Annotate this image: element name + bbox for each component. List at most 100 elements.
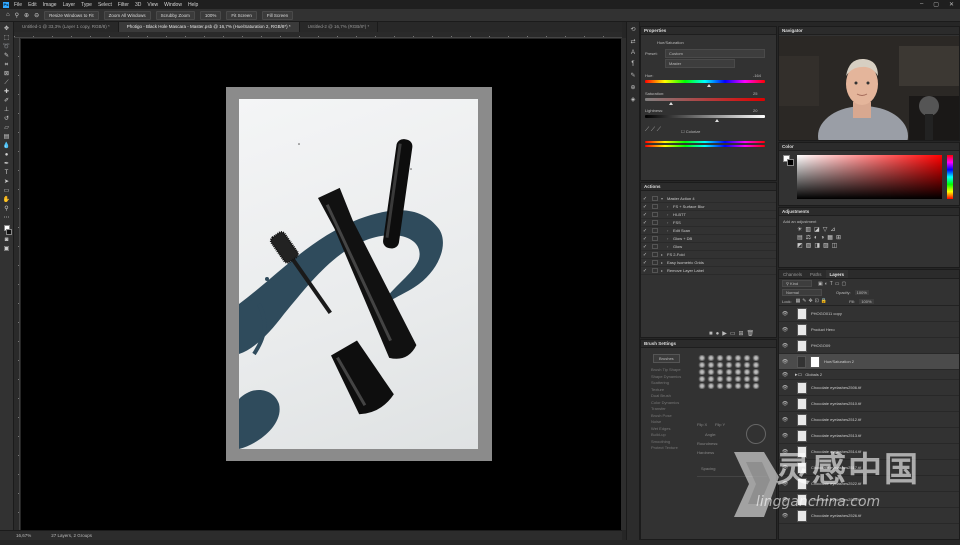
dodge-tool-icon[interactable]: ● [2, 151, 11, 159]
visibility-eye-icon[interactable]: 👁 [779, 359, 791, 365]
visibility-eye-icon[interactable]: 👁 [779, 372, 791, 378]
action-item[interactable]: ✓ › Glow [641, 243, 776, 251]
eyedropper-icon[interactable]: ⟋ [2, 79, 11, 87]
home-icon[interactable]: ⌂ [6, 12, 10, 18]
more-tools-icon[interactable]: ⋯ [2, 214, 11, 222]
blend-mode-dropdown[interactable]: Normal [782, 289, 822, 296]
brush-option[interactable]: Protect Texture [641, 445, 693, 452]
history-brush-icon[interactable]: ↺ [2, 115, 11, 123]
tab-untitled-1[interactable]: Untitled-1 @ 33,3% (Layer 1 copy, RGB/8)… [14, 22, 119, 32]
layer-row[interactable]: 👁 Chocolate eyelashes2512.tif [779, 412, 959, 428]
layer-row[interactable]: 👁 Chocolate eyelashes2510.tif [779, 396, 959, 412]
saturation-slider[interactable] [645, 98, 765, 101]
background-swatch[interactable] [787, 159, 794, 166]
visibility-eye-icon[interactable]: 👁 [779, 401, 791, 407]
swap-icon[interactable]: ⇄ [630, 38, 635, 45]
brush-tool-icon[interactable]: ✐ [2, 97, 11, 105]
menu-view[interactable]: View [147, 2, 158, 8]
tab-channels[interactable]: Channels [779, 270, 806, 278]
layer-row[interactable]: 👁 PHOGO09 [779, 338, 959, 354]
lightness-slider-knob[interactable] [715, 119, 719, 122]
fill-field[interactable]: 100% [859, 298, 874, 304]
fill-screen-button[interactable]: Fill Screen [261, 10, 294, 20]
resize-windows-checkbox[interactable]: Resize Windows to Fit [44, 10, 99, 20]
zoom-tool-sidebar-icon[interactable]: ⚲ [2, 205, 11, 213]
zoom-tool-icon[interactable]: ⚲ [15, 12, 19, 19]
filter-icons[interactable]: ▣◐T▭▢ [818, 281, 848, 287]
frame-tool-icon[interactable]: ⊠ [2, 70, 11, 78]
tab-untitled-2[interactable]: Untitled-2 @ 16,7% (RGB/8*) * [300, 22, 379, 32]
action-item[interactable]: ✓ › FS + Surface Blur [641, 203, 776, 211]
saturation-slider-knob[interactable] [669, 102, 673, 105]
marquee-tool-icon[interactable]: ⬚ [2, 34, 11, 42]
zoom-readout[interactable]: 16,67% [16, 533, 31, 538]
menu-layer[interactable]: Layer [63, 2, 76, 8]
visibility-eye-icon[interactable]: 👁 [779, 449, 791, 455]
action-item[interactable]: ✓ ▸ Easy Isometric Grids [641, 259, 776, 267]
hue-slider[interactable] [645, 80, 765, 83]
actions-footer-icons[interactable]: ■●▶▭⊞🗑 [709, 330, 757, 337]
layer-row[interactable]: 👁 Product Hero [779, 322, 959, 338]
visibility-eye-icon[interactable]: 👁 [779, 465, 791, 471]
menu-filter[interactable]: Filter [118, 2, 129, 8]
menu-select[interactable]: Select [98, 2, 112, 8]
flip-y-label[interactable]: Flip Y [715, 422, 725, 427]
hue-strip[interactable] [947, 155, 953, 199]
tab-paths[interactable]: Paths [806, 270, 826, 278]
stamp-tool-icon[interactable]: ⊥ [2, 106, 11, 114]
background-color-swatch[interactable] [5, 229, 12, 235]
character-icon[interactable]: A [631, 50, 635, 56]
quick-select-icon[interactable]: ✎ [2, 52, 11, 60]
kind-filter-dropdown[interactable]: ⚲ Kind [782, 280, 812, 287]
minimize-icon[interactable]: – [920, 1, 923, 8]
channel-dropdown[interactable]: Master [665, 59, 735, 68]
zoom-100-button[interactable]: 100% [199, 10, 222, 20]
visibility-eye-icon[interactable]: 👁 [779, 343, 791, 349]
action-item[interactable]: ✓ ▾ Master Action 4 [641, 195, 776, 203]
lock-icons[interactable]: ▦✎✥⊡🔒 [796, 298, 830, 304]
lightness-value[interactable]: 20 [753, 108, 757, 113]
visibility-eye-icon[interactable]: 👁 [779, 385, 791, 391]
layer-row[interactable]: 👁 Chocolate eyelashes2514.tif [779, 444, 959, 460]
brush-angle-widget[interactable] [746, 424, 766, 444]
crop-tool-icon[interactable]: ⌗ [2, 61, 11, 69]
hue-value[interactable]: -164 [753, 73, 761, 78]
flip-x-label[interactable]: Flip X [697, 422, 707, 427]
action-item[interactable]: ✓ › FSS [641, 219, 776, 227]
pen-tool-icon[interactable]: ✒ [2, 160, 11, 168]
menu-image[interactable]: Image [43, 2, 57, 8]
healing-brush-icon[interactable]: ✚ [2, 88, 11, 96]
lasso-tool-icon[interactable]: ➰ [2, 43, 11, 51]
color-field[interactable] [797, 155, 942, 199]
zoom-in-icon[interactable]: ⊕ [24, 12, 29, 19]
opacity-field[interactable]: 100% [854, 290, 869, 295]
action-item[interactable]: ✓ › HI-BTT [641, 211, 776, 219]
action-item[interactable]: ✓ › Edit Scan [641, 227, 776, 235]
brushes-button[interactable]: Brushes [653, 354, 680, 363]
layer-row[interactable]: 👁 Chocolate eyelashes2522.tif [779, 476, 959, 492]
visibility-eye-icon[interactable]: 👁 [779, 513, 791, 519]
tab-layers[interactable]: Layers [825, 270, 849, 278]
adjustment-icons[interactable]: ☀▥◪▽⊿ ▤⚖◐◑▦⊞ ◩▧◨▨◫ [797, 226, 844, 250]
menu-window[interactable]: Window [164, 2, 182, 8]
preset-dropdown[interactable]: Custom [665, 49, 765, 58]
zoom-all-windows-checkbox[interactable]: Zoom All Windows [103, 10, 151, 20]
brush-preset-icon[interactable]: ✎ [630, 72, 635, 79]
menu-edit[interactable]: Edit [28, 2, 37, 8]
path-select-icon[interactable]: ➤ [2, 178, 11, 186]
menu-file[interactable]: File [14, 2, 22, 8]
visibility-eye-icon[interactable]: 👁 [779, 311, 791, 317]
screen-mode-icon[interactable]: ▣ [2, 245, 11, 253]
menu-3d[interactable]: 3D [135, 2, 141, 8]
layer-row[interactable]: 👁 Chocolate eyelashes2517.tif [779, 460, 959, 476]
paragraph-icon[interactable]: ¶ [631, 61, 634, 67]
visibility-eye-icon[interactable]: 👁 [779, 497, 791, 503]
tab-black-hole-mascara[interactable]: Photigo - Black Hole Mascara - Master.ps… [118, 22, 300, 32]
move-tool-icon[interactable]: ✥ [2, 25, 11, 33]
visibility-eye-icon[interactable]: 👁 [779, 417, 791, 423]
layer-row[interactable]: 👁 Chocolate eyelashes2524.tif [779, 492, 959, 508]
action-item[interactable]: ✓ › Glow + DB [641, 235, 776, 243]
action-item[interactable]: ✓ ▸ Remove Layer Label [641, 267, 776, 275]
colorize-checkbox[interactable]: ☐ Colorize [681, 129, 700, 134]
layer-row[interactable]: 👁 Chocolate eyelashes2513.tif [779, 428, 959, 444]
